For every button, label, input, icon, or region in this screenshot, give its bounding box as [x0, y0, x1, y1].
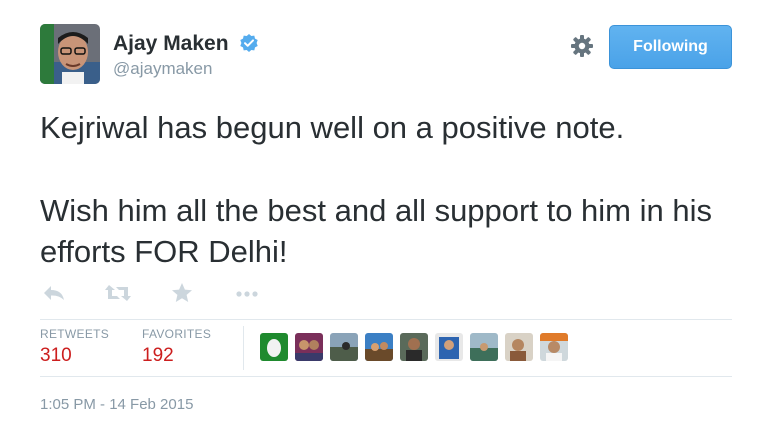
- verified-badge-icon: [239, 33, 259, 53]
- favorites-label[interactable]: FAVORITES: [142, 327, 211, 341]
- favoriter-avatar[interactable]: [505, 333, 533, 361]
- tweet-text: Kejriwal has begun well on a positive no…: [40, 107, 730, 272]
- gear-icon[interactable]: [570, 34, 594, 58]
- favorites-count[interactable]: 192: [142, 345, 174, 367]
- favoriter-avatar[interactable]: [540, 333, 568, 361]
- reply-icon[interactable]: [42, 282, 68, 304]
- favoriter-avatar[interactable]: [260, 333, 288, 361]
- favoriter-avatar[interactable]: [365, 333, 393, 361]
- favoriter-avatar[interactable]: [295, 333, 323, 361]
- stats-separator: [243, 326, 244, 370]
- author-avatar[interactable]: [40, 24, 100, 84]
- divider: [40, 376, 732, 377]
- favoriter-avatar[interactable]: [400, 333, 428, 361]
- more-icon[interactable]: [234, 282, 260, 304]
- author-handle[interactable]: @ajaymaken: [113, 59, 212, 79]
- tweet-timestamp[interactable]: 1:05 PM - 14 Feb 2015: [40, 396, 193, 413]
- following-button[interactable]: Following: [609, 25, 732, 69]
- favoriter-avatar[interactable]: [470, 333, 498, 361]
- tweet-paragraph: Kejriwal has begun well on a positive no…: [40, 110, 625, 145]
- retweets-count[interactable]: 310: [40, 345, 72, 367]
- favorite-icon[interactable]: [170, 282, 196, 304]
- retweet-icon[interactable]: [104, 282, 131, 304]
- favoriter-avatar[interactable]: [435, 333, 463, 361]
- retweets-label[interactable]: RETWEETS: [40, 327, 109, 341]
- author-name[interactable]: Ajay Maken: [113, 32, 229, 56]
- favoriter-avatar[interactable]: [330, 333, 358, 361]
- tweet-paragraph: Wish him all the best and all support to…: [40, 193, 712, 269]
- divider: [40, 319, 732, 320]
